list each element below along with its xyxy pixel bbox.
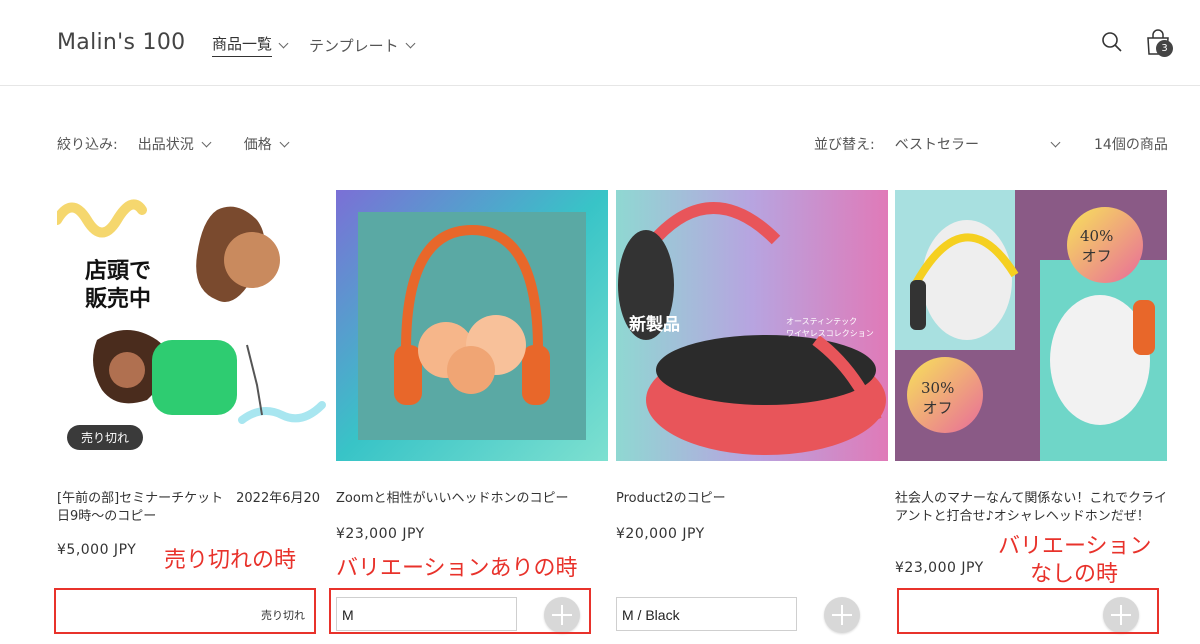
product-image[interactable]: 新製品 オースティンテック ワイヤレスコレクション	[616, 190, 888, 461]
image-caption-line: 販売中	[85, 287, 152, 312]
discount-percent: 40%	[1080, 227, 1114, 245]
product-image-art	[895, 190, 1167, 461]
annotation-with-variation: バリエーションありの時	[336, 556, 578, 581]
sold-out-badge: 売り切れ	[67, 425, 144, 450]
product-image[interactable]: 40% オフ 30% オフ	[895, 190, 1167, 461]
discount-label: オフ	[1081, 247, 1112, 265]
nav-item-products[interactable]: 商品一覧	[212, 33, 289, 57]
add-to-cart-button[interactable]	[824, 597, 860, 633]
cart-count-badge: 3	[1156, 40, 1173, 57]
filter-availability[interactable]: 出品状況	[137, 134, 212, 154]
main-nav: 商品一覧 テンプレート	[212, 33, 416, 57]
filter-label: 絞り込み:	[57, 137, 118, 153]
image-subtext: オースティンテック	[786, 317, 858, 326]
product-price: ¥23,000 JPY	[895, 560, 984, 576]
nav-item-templates[interactable]: テンプレート	[309, 33, 416, 57]
product-title[interactable]: 社会人のマナーなんて関係ない！これでクライアントと打合せ♪オシャレヘッドホンだぜ…	[895, 490, 1167, 526]
image-headline: 新製品	[629, 315, 680, 335]
nav-label: テンプレート	[309, 36, 399, 55]
nav-label: 商品一覧	[212, 33, 273, 57]
image-caption-line: 店頭で	[85, 259, 152, 284]
chevron-down-icon	[405, 38, 416, 48]
sort-label: 並び替え:	[814, 137, 875, 153]
annotation-without-variation: なしの時	[1030, 562, 1119, 587]
image-caption: 店頭で 販売中	[85, 258, 151, 314]
product-price: ¥5,000 JPY	[57, 542, 137, 558]
chevron-down-icon	[201, 137, 212, 147]
product-image-art	[336, 190, 608, 461]
store-logo[interactable]: Malin's 100	[57, 30, 185, 55]
product-price: ¥23,000 JPY	[336, 526, 425, 542]
product-price: ¥20,000 JPY	[616, 526, 705, 542]
chevron-down-icon	[1050, 137, 1061, 147]
product-title[interactable]: Product2のコピー	[616, 490, 888, 508]
image-subtext: ワイヤレスコレクション	[786, 329, 874, 338]
sort-select[interactable]: ベストセラー	[894, 134, 1061, 154]
product-image[interactable]: 店頭で 販売中 売り切れ	[57, 190, 329, 461]
sort-control: 並び替え: ベストセラー	[814, 134, 1061, 154]
product-image-art	[57, 190, 329, 461]
annotation-box-with-variation	[329, 588, 591, 634]
filter-price[interactable]: 価格	[243, 134, 290, 154]
annotation-soldout: 売り切れの時	[164, 548, 297, 573]
product-count: 14個の商品	[1094, 137, 1168, 153]
search-icon[interactable]	[1101, 31, 1123, 53]
product-image[interactable]	[336, 190, 608, 461]
sort-value: ベストセラー	[894, 137, 979, 153]
product-title[interactable]: Zoomと相性がいいヘッドホンのコピー	[336, 490, 608, 508]
discount-label: オフ	[922, 399, 953, 417]
discount-badge: 40% オフ	[1080, 226, 1113, 266]
filter-price-label: 価格	[243, 137, 272, 153]
annotation-box-soldout	[54, 588, 316, 634]
chevron-down-icon	[278, 38, 289, 48]
chevron-down-icon	[279, 137, 290, 147]
product-title[interactable]: [午前の部]セミナーチケット 2022年6月20日9時〜のコピー	[57, 490, 329, 526]
discount-badge: 30% オフ	[921, 378, 954, 418]
annotation-box-without-variation	[897, 588, 1159, 634]
filter-bar: 絞り込み: 出品状況 価格	[57, 134, 322, 154]
site-header: Malin's 100 商品一覧 テンプレート 3	[0, 0, 1200, 86]
annotation-without-variation: バリエーション	[998, 534, 1152, 559]
filter-availability-label: 出品状況	[137, 137, 194, 153]
discount-percent: 30%	[921, 379, 955, 397]
variant-select[interactable]: M / Black	[616, 597, 797, 631]
